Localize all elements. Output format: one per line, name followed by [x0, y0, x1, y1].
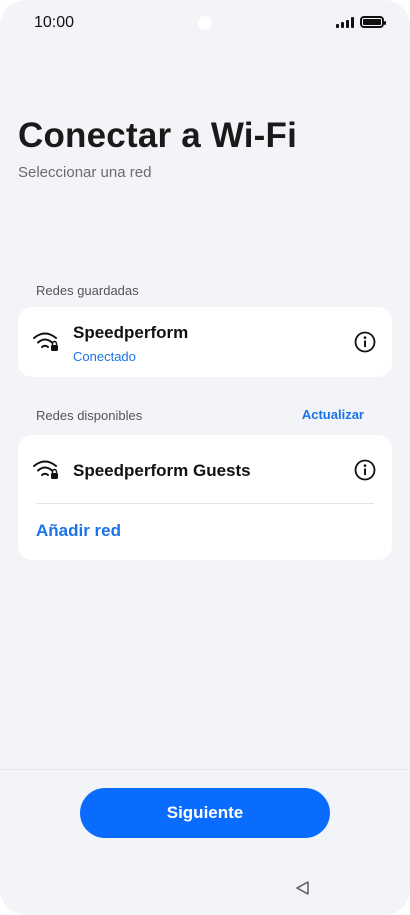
- saved-networks-label: Redes guardadas: [36, 283, 139, 298]
- phone-screen: 10:00 Conectar a Wi-Fi Seleccionar una r…: [0, 0, 410, 915]
- network-name: Speedperform Guests: [73, 461, 251, 480]
- status-time: 10:00: [34, 14, 75, 31]
- signal-icon: [336, 16, 354, 28]
- add-network-link[interactable]: Añadir red: [36, 521, 121, 541]
- network-name: Speedperform: [73, 323, 189, 342]
- saved-networks-card: Speedperform Conectado: [18, 307, 392, 377]
- network-row-speedperform-guests[interactable]: Speedperform Guests: [18, 435, 392, 503]
- system-icons: [336, 16, 386, 28]
- battery-icon: [360, 16, 386, 28]
- info-icon[interactable]: [354, 331, 376, 353]
- available-networks-label: Redes disponibles: [36, 408, 143, 423]
- wifi-locked-icon: [33, 332, 58, 351]
- available-networks-card: Speedperform Guests Añadir red: [18, 435, 392, 560]
- network-row-speedperform[interactable]: Speedperform Conectado: [18, 307, 392, 377]
- footer-divider: [0, 769, 410, 770]
- network-status: Conectado: [73, 349, 136, 364]
- page-title: Conectar a Wi-Fi: [18, 116, 298, 155]
- wifi-locked-icon: [33, 460, 58, 479]
- status-bar: 10:00: [0, 0, 410, 46]
- page-subtitle: Seleccionar una red: [18, 164, 152, 181]
- front-camera: [198, 16, 212, 30]
- refresh-link[interactable]: Actualizar: [302, 407, 364, 422]
- back-nav-icon[interactable]: [294, 879, 312, 897]
- divider: [36, 503, 374, 504]
- info-icon[interactable]: [354, 459, 376, 481]
- next-button[interactable]: Siguiente: [80, 788, 330, 838]
